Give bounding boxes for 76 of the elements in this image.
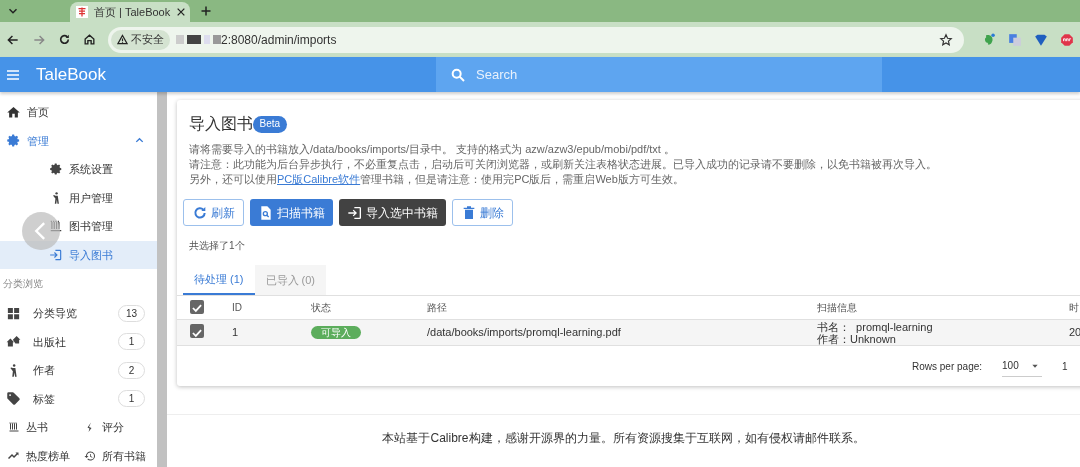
checkbox[interactable]: [190, 300, 204, 314]
column-header: ID: [232, 301, 243, 315]
page-title: 导入图书: [189, 114, 253, 134]
sidebar-link[interactable]: 评分: [84, 413, 157, 442]
url-text[interactable]: 2:8080/admin/imports: [221, 30, 933, 49]
rows-per-page-label: Rows per page:: [912, 359, 983, 374]
sidebar-link[interactable]: 热度榜单: [0, 441, 84, 467]
home-icon: [6, 104, 21, 120]
stop-sign-icon[interactable]: [1060, 32, 1074, 47]
action-button[interactable]: 刷新: [183, 199, 244, 226]
sidebar-link[interactable]: 出版社: [33, 333, 106, 350]
column-header: 时: [1069, 301, 1080, 315]
houses-icon: [6, 334, 21, 350]
settings-icon: [6, 133, 21, 149]
app-title: TaleBook: [36, 63, 107, 86]
description-text: 另外，还可以使用PC版Calibre软件管理书籍，但是请注意：使用完PC版后，需重启Web版方可生效。: [189, 172, 685, 187]
scrollbar[interactable]: [157, 92, 167, 467]
table-cell-text: 作者：Unknown: [817, 332, 896, 345]
bookmark-star-icon[interactable]: [939, 32, 953, 47]
footer-text: 本站基于Calibre构建，感谢开源界的力量。所有资源搜集于互联网，如有侵权请邮件联系。: [382, 431, 865, 445]
grid-icon: [6, 305, 21, 321]
books-icon: [8, 421, 20, 434]
sidebar-item[interactable]: 管理: [0, 126, 157, 155]
beta-badge: Beta: [253, 115, 287, 133]
rows-per-page-select[interactable]: 100: [1002, 355, 1043, 377]
section-label: 分类浏览: [2, 277, 44, 291]
trash-icon: [461, 204, 477, 221]
sidebar-link[interactable]: 丛书: [0, 413, 84, 442]
sidebar-item[interactable]: 导入图书: [0, 240, 157, 269]
tag-icon: [6, 391, 21, 407]
sidebar-link[interactable]: 作者: [33, 362, 106, 379]
history-icon: [84, 449, 96, 462]
table-cell-text: 1: [232, 325, 240, 341]
action-button[interactable]: 删除: [452, 199, 513, 226]
description-text: 请注意：此功能为后台异步执行，不必重复点击，启动后可关闭浏览器，或刷新关注表格状态进展。已导入成功的记录请不要删除，以免书籍被再次导入。: [189, 157, 938, 172]
column-header: 路径: [427, 301, 448, 315]
warning-icon: [117, 34, 128, 45]
link[interactable]: PC版Calibre软件: [277, 173, 361, 185]
security-label: 不安全: [131, 32, 164, 48]
login-icon: [49, 247, 63, 262]
column-header: 扫描信息: [817, 301, 858, 315]
home-icon[interactable]: [83, 33, 96, 46]
tab-title: 首页 | TaleBook: [94, 4, 171, 20]
refresh-icon: [192, 204, 208, 221]
document-search-icon: [258, 204, 274, 221]
funnel-icon[interactable]: [1034, 32, 1048, 47]
sidebar-item[interactable]: 用户管理: [0, 183, 157, 212]
redacted-mark: [176, 35, 221, 44]
translate-icon[interactable]: [1008, 32, 1022, 47]
browser-tab[interactable]: 首页 | TaleBook: [70, 2, 190, 22]
close-icon[interactable]: [176, 7, 187, 17]
checkbox[interactable]: [190, 324, 204, 339]
sidebar-item[interactable]: 首页: [0, 98, 157, 127]
settings-icon: [49, 162, 63, 177]
selection-summary: 共选择了1个: [188, 239, 246, 253]
table-cell-text: 20: [1069, 325, 1080, 341]
table-cell-text: 书名： promql-learning: [817, 320, 934, 333]
sidebar-link[interactable]: 标签: [33, 390, 106, 407]
sidebar-link[interactable]: 所有书籍: [84, 441, 157, 467]
description-text: 请将需要导入的书籍放入/data/books/imports/目录中。 支持的格式为 azw/azw3/epub/mobi/pdf/txt 。: [189, 142, 676, 157]
action-button[interactable]: 扫描书籍: [250, 199, 333, 226]
search-field[interactable]: Search: [436, 57, 882, 92]
status-badge: 可导入: [311, 326, 361, 340]
search-icon: [450, 67, 466, 83]
sidebar-link[interactable]: 分类导览: [33, 305, 106, 322]
collapse-handle-icon[interactable]: [22, 212, 60, 250]
table-cell-text: /data/books/imports/promql-learning.pdf: [427, 325, 622, 341]
action-button[interactable]: 导入选中书籍: [339, 199, 446, 226]
favicon-icon: [76, 6, 88, 18]
login-icon: [347, 204, 363, 221]
page-info: 1: [1062, 359, 1068, 374]
column-header: 状态: [311, 301, 332, 315]
new-tab-icon[interactable]: [200, 5, 212, 17]
reload-icon[interactable]: [58, 33, 71, 46]
security-chip[interactable]: 不安全: [111, 29, 170, 50]
sidebar-item[interactable]: 系统设置: [0, 155, 157, 184]
